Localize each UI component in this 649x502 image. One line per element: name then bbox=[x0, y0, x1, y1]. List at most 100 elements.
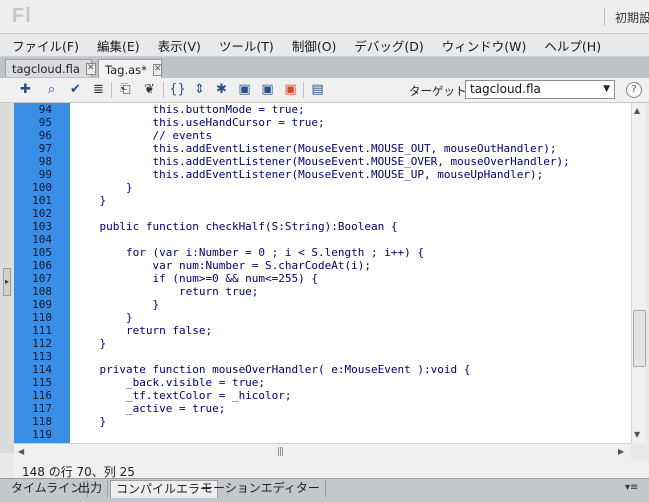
expand-all-icon[interactable]: ✱ bbox=[213, 81, 230, 98]
code-line[interactable]: 110 } bbox=[14, 311, 631, 324]
line-number: 103 bbox=[32, 220, 52, 233]
code-line[interactable]: 101 } bbox=[14, 194, 631, 207]
code-text[interactable]: } bbox=[73, 415, 106, 428]
code-line[interactable]: 104 bbox=[14, 233, 631, 246]
code-text[interactable]: } bbox=[73, 337, 106, 350]
menu-debug[interactable]: デバッグ(D) bbox=[354, 36, 423, 55]
menu-view[interactable]: 表示(V) bbox=[158, 36, 201, 55]
menu-bar: ファイル(F) 編集(E) 表示(V) ツール(T) 制御(O) デバッグ(D)… bbox=[0, 34, 649, 57]
code-text[interactable]: this.addEventListener(MouseEvent.MOUSE_U… bbox=[73, 168, 543, 181]
code-line[interactable]: 109 } bbox=[14, 298, 631, 311]
code-line[interactable]: 95 this.useHandCursor = true; bbox=[14, 116, 631, 129]
menu-help[interactable]: ヘルプ(H) bbox=[544, 36, 601, 55]
code-text[interactable]: for (var i:Number = 0 ; i < S.length ; i… bbox=[73, 246, 424, 259]
code-text[interactable]: var num:Number = S.charCodeAt(i); bbox=[73, 259, 371, 272]
code-line[interactable]: 96 // events bbox=[14, 129, 631, 142]
scroll-right-icon[interactable]: ▶ bbox=[618, 447, 624, 456]
code-line[interactable]: 94 this.buttonMode = true; bbox=[14, 103, 631, 116]
code-line[interactable]: 97 this.addEventListener(MouseEvent.MOUS… bbox=[14, 142, 631, 155]
close-icon[interactable]: ✕ bbox=[85, 62, 96, 75]
menu-edit[interactable]: 編集(E) bbox=[97, 36, 140, 55]
code-line[interactable]: 113 bbox=[14, 350, 631, 363]
scrollbar-thumb[interactable] bbox=[633, 310, 646, 367]
close-icon[interactable]: ✕ bbox=[152, 63, 163, 76]
line-number: 95 bbox=[38, 116, 52, 129]
code-line[interactable]: 119 bbox=[14, 428, 631, 441]
code-line[interactable]: 99 this.addEventListener(MouseEvent.MOUS… bbox=[14, 168, 631, 181]
debug-options-icon[interactable]: ❦ bbox=[141, 81, 158, 98]
code-line[interactable]: 103 public function checkHalf(S:String):… bbox=[14, 220, 631, 233]
panel-collapse-strip: ▸ bbox=[0, 103, 15, 453]
apply-line-comment-icon[interactable]: ▣ bbox=[259, 81, 276, 98]
apply-block-comment-icon[interactable]: ▣ bbox=[236, 81, 253, 98]
code-text[interactable]: _back.visible = true; bbox=[73, 376, 265, 389]
remove-comment-icon[interactable]: ▣ bbox=[282, 81, 299, 98]
code-text[interactable]: this.addEventListener(MouseEvent.MOUSE_O… bbox=[73, 155, 569, 168]
menu-file[interactable]: ファイル(F) bbox=[12, 36, 79, 55]
vertical-scrollbar[interactable]: ▲ ▼ bbox=[631, 103, 646, 443]
code-line[interactable]: 115 _back.visible = true; bbox=[14, 376, 631, 389]
find-icon[interactable]: ⌕ bbox=[43, 81, 60, 98]
code-line[interactable]: 106 var num:Number = S.charCodeAt(i); bbox=[14, 259, 631, 272]
tab-motion-editor[interactable]: モーションエディター bbox=[196, 480, 326, 497]
code-text[interactable]: this.useHandCursor = true; bbox=[73, 116, 324, 129]
line-number: 107 bbox=[32, 272, 52, 285]
menu-tools[interactable]: ツール(T) bbox=[219, 36, 274, 55]
menu-control[interactable]: 制御(O) bbox=[292, 36, 337, 55]
code-text[interactable]: } bbox=[73, 298, 159, 311]
code-hint-icon[interactable]: ⎗ bbox=[117, 81, 134, 98]
target-select[interactable]: tagcloud.fla ▼ bbox=[465, 80, 615, 99]
expand-panel-icon[interactable]: ▸ bbox=[3, 268, 11, 296]
target-value: tagcloud.fla bbox=[470, 82, 541, 96]
auto-format-icon[interactable]: ≣ bbox=[90, 81, 107, 98]
code-text[interactable]: } bbox=[73, 181, 133, 194]
panel-menu-icon[interactable]: ▾≡ bbox=[625, 482, 638, 493]
help-icon[interactable]: ? bbox=[626, 82, 642, 98]
code-line[interactable]: 98 this.addEventListener(MouseEvent.MOUS… bbox=[14, 155, 631, 168]
scroll-up-icon[interactable]: ▲ bbox=[634, 106, 640, 115]
scroll-left-icon[interactable]: ◀ bbox=[18, 447, 24, 456]
code-text[interactable]: _active = true; bbox=[73, 402, 225, 415]
tab-output[interactable]: 出力 bbox=[73, 480, 109, 497]
code-line[interactable]: 100 } bbox=[14, 181, 631, 194]
workspace-switcher[interactable]: 初期設定 bbox=[615, 9, 649, 26]
code-text[interactable]: _tf.textColor = _hicolor; bbox=[73, 389, 292, 402]
code-text[interactable]: } bbox=[73, 311, 133, 324]
code-line[interactable]: 118 } bbox=[14, 415, 631, 428]
check-syntax-icon[interactable]: ✔ bbox=[67, 81, 84, 98]
line-number: 100 bbox=[32, 181, 52, 194]
code-line[interactable]: 107 if (num>=0 && num<=255) { bbox=[14, 272, 631, 285]
add-script-icon[interactable]: ✚ bbox=[17, 81, 34, 98]
collapse-selection-icon[interactable]: ⇕ bbox=[191, 81, 208, 98]
line-number: 113 bbox=[32, 350, 52, 363]
menu-window[interactable]: ウィンドウ(W) bbox=[442, 36, 527, 55]
tab-tag-as[interactable]: Tag.as* ✕ bbox=[98, 59, 163, 79]
code-line[interactable]: 108 return true; bbox=[14, 285, 631, 298]
line-number: 111 bbox=[32, 324, 52, 337]
chevron-down-icon: ▼ bbox=[603, 84, 610, 94]
line-number: 101 bbox=[32, 194, 52, 207]
scroll-down-icon[interactable]: ▼ bbox=[634, 430, 640, 439]
collapse-between-braces-icon[interactable]: {} bbox=[169, 81, 186, 98]
code-text[interactable]: private function mouseOverHandler( e:Mou… bbox=[73, 363, 470, 376]
scrollbar-grip[interactable]: ||| bbox=[277, 447, 284, 457]
code-text[interactable]: this.buttonMode = true; bbox=[73, 103, 304, 116]
code-text[interactable]: } bbox=[73, 194, 106, 207]
code-line[interactable]: 117 _active = true; bbox=[14, 402, 631, 415]
code-line[interactable]: 112 } bbox=[14, 337, 631, 350]
code-text[interactable]: // events bbox=[73, 129, 212, 142]
code-line[interactable]: 116 _tf.textColor = _hicolor; bbox=[14, 389, 631, 402]
code-line[interactable]: 102 bbox=[14, 207, 631, 220]
code-editor[interactable]: 94 this.buttonMode = true; 95 this.useHan… bbox=[14, 103, 631, 443]
code-text[interactable]: this.addEventListener(MouseEvent.MOUSE_O… bbox=[73, 142, 556, 155]
code-line[interactable]: 105 for (var i:Number = 0 ; i < S.length… bbox=[14, 246, 631, 259]
tab-tagcloud-fla[interactable]: tagcloud.fla ✕ bbox=[5, 59, 96, 77]
horizontal-scrollbar[interactable]: ◀ ||| ▶ bbox=[14, 443, 631, 460]
code-text[interactable]: return false; bbox=[73, 324, 212, 337]
code-text[interactable]: public function checkHalf(S:String):Bool… bbox=[73, 220, 397, 233]
code-text[interactable]: if (num>=0 && num<=255) { bbox=[73, 272, 318, 285]
code-line[interactable]: 111 return false; bbox=[14, 324, 631, 337]
toggle-help-icon[interactable]: ▤ bbox=[309, 81, 326, 98]
code-line[interactable]: 114 private function mouseOverHandler( e… bbox=[14, 363, 631, 376]
code-text[interactable]: return true; bbox=[73, 285, 258, 298]
